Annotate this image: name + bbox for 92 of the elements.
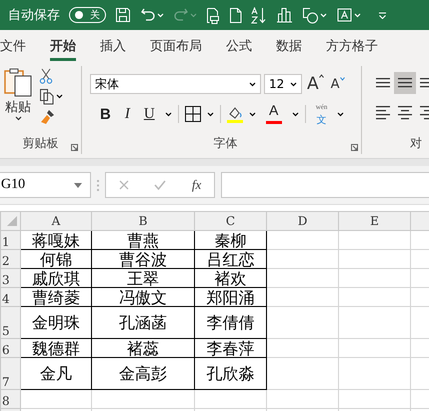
row-header[interactable]: 8 bbox=[0, 390, 20, 408]
formula-input[interactable] bbox=[221, 172, 429, 198]
increase-font-size-button[interactable]: A bbox=[305, 74, 326, 94]
align-lines-icon bbox=[398, 78, 412, 88]
format-painter-icon[interactable] bbox=[39, 109, 56, 125]
table-cell: 蒋嘎妹 bbox=[20, 230, 92, 250]
caret-icon[interactable] bbox=[248, 112, 256, 116]
row-header[interactable]: 1 bbox=[0, 230, 20, 250]
table-cell: 王翠 bbox=[92, 268, 194, 288]
table-cell: 褚欢 bbox=[194, 268, 266, 288]
table-cell: 孔欣淼 bbox=[194, 358, 266, 390]
dialog-launcher-icon[interactable] bbox=[351, 144, 358, 151]
decrease-font-size-button[interactable]: A bbox=[328, 76, 347, 92]
dropdown-caret-icon[interactable] bbox=[249, 82, 256, 86]
column-header[interactable]: A bbox=[20, 212, 92, 230]
column-header[interactable]: B bbox=[92, 212, 194, 230]
caret-icon[interactable] bbox=[56, 94, 63, 99]
table-cell: 何锦 bbox=[20, 250, 92, 268]
copy-icon[interactable] bbox=[39, 88, 55, 105]
ribbon-tab[interactable]: 方方格子 bbox=[314, 31, 390, 61]
italic-button[interactable]: I bbox=[120, 106, 134, 122]
font-name-field[interactable]: 宋体 bbox=[90, 74, 261, 94]
caret-up-icon bbox=[318, 74, 324, 78]
ribbon-tab[interactable]: 公式 bbox=[214, 31, 264, 61]
row-header[interactable]: 4 bbox=[0, 288, 20, 306]
row-header[interactable]: 3 bbox=[0, 268, 20, 288]
column-header[interactable]: E bbox=[338, 212, 410, 230]
table-cell: 褚蕊 bbox=[92, 338, 194, 358]
text-box-icon[interactable] bbox=[336, 7, 353, 23]
table-cell: 孔涵菡 bbox=[92, 306, 194, 338]
table-cell: 李春萍 bbox=[194, 338, 266, 358]
row-header[interactable]: 7 bbox=[0, 358, 20, 390]
autosave-toggle[interactable]: 关 bbox=[69, 7, 106, 23]
table-cell: 曹燕 bbox=[92, 230, 194, 250]
caret-icon[interactable] bbox=[164, 112, 172, 116]
caret-down-icon bbox=[340, 76, 345, 80]
dialog-launcher-icon[interactable] bbox=[71, 144, 78, 151]
chart-icon[interactable] bbox=[276, 7, 293, 23]
ribbon-tab[interactable]: 页面布局 bbox=[138, 31, 214, 61]
undo-icon[interactable] bbox=[140, 7, 156, 23]
row-header[interactable]: 2 bbox=[0, 250, 20, 268]
save-icon[interactable] bbox=[115, 7, 131, 23]
font-color-button[interactable]: A bbox=[262, 104, 286, 124]
underline-button[interactable]: U bbox=[140, 106, 159, 122]
table-cell: 金高彭 bbox=[92, 358, 194, 390]
table-cell: 魏德群 bbox=[20, 338, 92, 358]
table-cell: 冯傲文 bbox=[92, 288, 194, 306]
table-cell: 金凡 bbox=[20, 358, 92, 390]
ribbon-tab[interactable]: 文件 bbox=[0, 31, 38, 61]
new-document-icon[interactable] bbox=[229, 6, 242, 24]
align-lines-icon bbox=[398, 106, 412, 120]
autosave-label: 自动保存 bbox=[8, 7, 60, 24]
row-header[interactable]: 6 bbox=[0, 338, 20, 358]
shapes-icon[interactable] bbox=[302, 6, 319, 24]
table-cell: 吕红恋 bbox=[194, 250, 266, 268]
table-cell: 戚欣琪 bbox=[20, 268, 92, 288]
caret-icon[interactable] bbox=[337, 112, 344, 116]
insert-function-button[interactable]: fx bbox=[192, 177, 202, 193]
bold-button[interactable]: B bbox=[96, 106, 115, 122]
drag-handle-icon[interactable] bbox=[97, 180, 99, 190]
column-header[interactable]: C bbox=[194, 212, 266, 230]
scissors-icon[interactable] bbox=[39, 68, 53, 84]
name-box[interactable]: G10 bbox=[0, 172, 91, 198]
dropdown-caret-icon[interactable] bbox=[290, 82, 297, 86]
align-lines-icon bbox=[376, 78, 390, 88]
group-label: 字体 bbox=[214, 135, 238, 152]
group-label: 剪贴板 bbox=[22, 135, 58, 152]
ribbon-tab[interactable]: 插入 bbox=[88, 31, 138, 61]
row-header[interactable]: 5 bbox=[0, 306, 20, 338]
ribbon-tab[interactable]: 开始 bbox=[38, 31, 88, 61]
align-lines-icon bbox=[376, 106, 390, 120]
caret-icon[interactable] bbox=[292, 112, 299, 116]
customize-toolbar-icon[interactable] bbox=[378, 12, 387, 18]
caret-icon[interactable] bbox=[206, 112, 214, 116]
column-header[interactable]: D bbox=[266, 212, 338, 230]
print-preview-icon[interactable] bbox=[206, 6, 220, 24]
paste-caret-icon[interactable] bbox=[14, 116, 22, 121]
table-cell: 秦柳 bbox=[194, 230, 266, 250]
table-cell: 曹绮菱 bbox=[20, 288, 92, 306]
sort-icon[interactable] bbox=[251, 6, 267, 24]
table-cell: 曹谷波 bbox=[92, 250, 194, 268]
table-cell: 金明珠 bbox=[20, 306, 92, 338]
table-cell: 李倩倩 bbox=[194, 306, 266, 338]
font-size-field[interactable]: 12 bbox=[264, 74, 302, 94]
fill-color-icon[interactable] bbox=[226, 106, 243, 122]
table-cell: 郑阳涌 bbox=[194, 288, 266, 306]
ribbon-tab[interactable]: 数据 bbox=[264, 31, 314, 61]
paste-button[interactable]: 粘贴 bbox=[3, 66, 33, 125]
check-icon[interactable] bbox=[154, 180, 166, 190]
group-label: 对 bbox=[410, 135, 422, 152]
align-button[interactable] bbox=[394, 72, 416, 94]
borders-icon[interactable] bbox=[184, 106, 201, 122]
